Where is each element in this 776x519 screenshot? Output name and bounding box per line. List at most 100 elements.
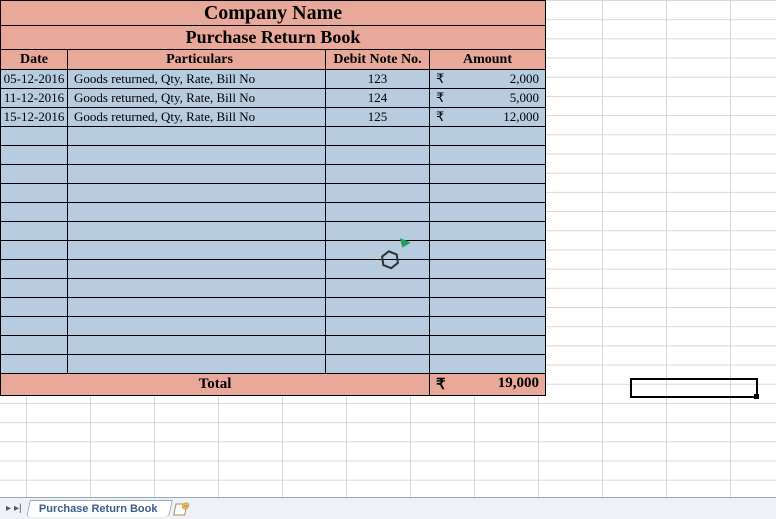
cell-amount[interactable] (430, 355, 546, 374)
cell-date[interactable] (0, 165, 68, 184)
cell-amount[interactable] (430, 165, 546, 184)
cell-particulars[interactable] (68, 355, 326, 374)
table-row[interactable] (0, 298, 546, 317)
table-row[interactable]: 11-12-2016Goods returned, Qty, Rate, Bil… (0, 89, 546, 108)
cell-debit-note[interactable] (326, 222, 430, 241)
cell-particulars[interactable] (68, 317, 326, 336)
purchase-return-sheet: Company Name Purchase Return Book Date P… (0, 0, 546, 396)
cell-particulars[interactable] (68, 260, 326, 279)
table-row[interactable] (0, 279, 546, 298)
cell-date[interactable]: 11-12-2016 (0, 89, 68, 108)
cell-amount[interactable] (430, 317, 546, 336)
cell-debit-note[interactable] (326, 127, 430, 146)
header-particulars: Particulars (68, 50, 326, 70)
cell-amount[interactable] (430, 336, 546, 355)
total-amount: ₹ 19,000 (430, 374, 546, 396)
new-sheet-icon[interactable] (173, 502, 192, 516)
table-row[interactable] (0, 317, 546, 336)
cell-particulars[interactable] (68, 146, 326, 165)
cell-debit-note[interactable] (326, 298, 430, 317)
cell-amount[interactable] (430, 260, 546, 279)
total-row: Total ₹ 19,000 (0, 374, 546, 396)
cell-particulars[interactable] (68, 241, 326, 260)
cell-particulars[interactable]: Goods returned, Qty, Rate, Bill No (68, 70, 326, 89)
cell-date[interactable] (0, 203, 68, 222)
cell-debit-note[interactable] (326, 317, 430, 336)
cell-particulars[interactable] (68, 298, 326, 317)
book-title: Purchase Return Book (0, 26, 546, 50)
cell-date[interactable] (0, 146, 68, 165)
cell-particulars[interactable] (68, 203, 326, 222)
cell-debit-note[interactable] (326, 146, 430, 165)
table-row[interactable]: 15-12-2016Goods returned, Qty, Rate, Bil… (0, 108, 546, 127)
table-row[interactable] (0, 203, 546, 222)
header-debit-note: Debit Note No. (326, 50, 430, 70)
cell-date[interactable] (0, 241, 68, 260)
watermark-icon: ⬡ (372, 242, 408, 278)
amount-value: 12,000 (503, 109, 539, 125)
cell-debit-note[interactable]: 124 (326, 89, 430, 108)
table-row[interactable] (0, 184, 546, 203)
cell-particulars[interactable] (68, 222, 326, 241)
cell-date[interactable]: 15-12-2016 (0, 108, 68, 127)
cell-particulars[interactable]: Goods returned, Qty, Rate, Bill No (68, 108, 326, 127)
cell-amount[interactable] (430, 222, 546, 241)
cell-debit-note[interactable] (326, 355, 430, 374)
sheet-tab-label: Purchase Return Book (39, 503, 158, 515)
cell-date[interactable] (0, 355, 68, 374)
cell-amount[interactable]: ₹12,000 (430, 108, 546, 127)
cell-date[interactable] (0, 279, 68, 298)
cell-date[interactable] (0, 260, 68, 279)
currency-symbol: ₹ (436, 375, 446, 394)
cell-amount[interactable] (430, 298, 546, 317)
cell-date[interactable] (0, 222, 68, 241)
header-date: Date (0, 50, 68, 70)
cell-date[interactable] (0, 184, 68, 203)
nav-first-icon[interactable]: ▸ (6, 503, 11, 514)
cell-debit-note[interactable] (326, 184, 430, 203)
table-row[interactable] (0, 222, 546, 241)
cell-debit-note[interactable] (326, 336, 430, 355)
total-value: 19,000 (498, 375, 539, 394)
cell-particulars[interactable]: Goods returned, Qty, Rate, Bill No (68, 89, 326, 108)
cell-debit-note[interactable] (326, 203, 430, 222)
table-row[interactable] (0, 127, 546, 146)
cell-amount[interactable] (430, 241, 546, 260)
cell-amount[interactable] (430, 127, 546, 146)
cell-amount[interactable]: ₹2,000 (430, 70, 546, 89)
cell-particulars[interactable] (68, 184, 326, 203)
cell-date[interactable] (0, 317, 68, 336)
cell-particulars[interactable] (68, 336, 326, 355)
cell-date[interactable] (0, 127, 68, 146)
cell-date[interactable] (0, 298, 68, 317)
tab-nav-buttons: ▸ ▸| (0, 503, 28, 514)
cell-amount[interactable] (430, 146, 546, 165)
active-cell-selection[interactable] (630, 378, 758, 398)
table-row[interactable] (0, 260, 546, 279)
table-header: Date Particulars Debit Note No. Amount (0, 50, 546, 70)
cell-particulars[interactable] (68, 165, 326, 184)
table-row[interactable] (0, 336, 546, 355)
cell-debit-note[interactable] (326, 165, 430, 184)
table-row[interactable] (0, 241, 546, 260)
cell-particulars[interactable] (68, 279, 326, 298)
nav-last-icon[interactable]: ▸| (14, 503, 22, 514)
cell-amount[interactable] (430, 279, 546, 298)
sheet-tab[interactable]: Purchase Return Book (26, 500, 172, 517)
table-row[interactable] (0, 355, 546, 374)
cell-date[interactable] (0, 336, 68, 355)
amount-value: 2,000 (510, 71, 539, 87)
table-row[interactable]: 05-12-2016Goods returned, Qty, Rate, Bil… (0, 70, 546, 89)
cell-debit-note[interactable] (326, 279, 430, 298)
cell-date[interactable]: 05-12-2016 (0, 70, 68, 89)
cell-debit-note[interactable]: 125 (326, 108, 430, 127)
currency-symbol: ₹ (436, 109, 444, 125)
cell-amount[interactable] (430, 203, 546, 222)
cell-amount[interactable] (430, 184, 546, 203)
table-row[interactable] (0, 165, 546, 184)
cell-amount[interactable]: ₹5,000 (430, 89, 546, 108)
cell-particulars[interactable] (68, 127, 326, 146)
table-row[interactable] (0, 146, 546, 165)
cell-debit-note[interactable]: 123 (326, 70, 430, 89)
currency-symbol: ₹ (436, 71, 444, 87)
